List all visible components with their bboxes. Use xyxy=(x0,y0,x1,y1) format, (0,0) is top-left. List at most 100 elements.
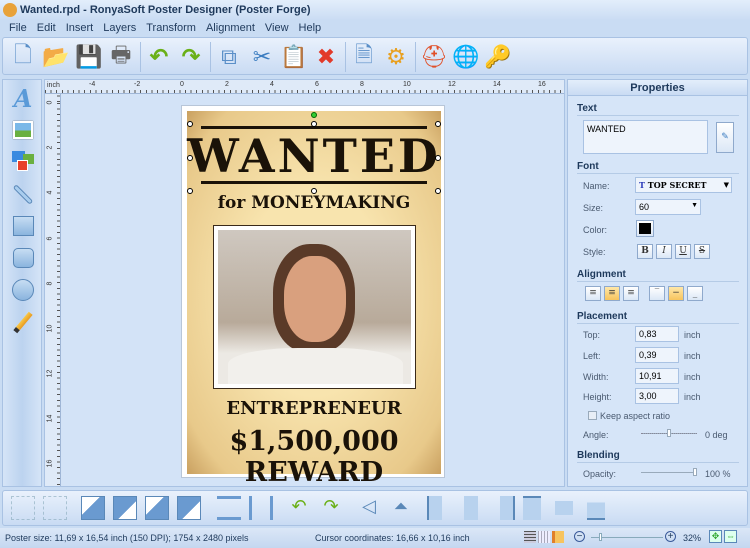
ungroup-icon[interactable] xyxy=(43,496,67,520)
align-center-objects-icon[interactable] xyxy=(459,496,483,520)
rotate-right-icon[interactable]: ↷ xyxy=(319,496,343,520)
actual-size-icon[interactable]: ⇔ xyxy=(724,530,737,543)
menu-layers[interactable]: Layers xyxy=(98,20,141,36)
align-top-objects-icon[interactable] xyxy=(523,496,541,520)
print-icon[interactable]: 🖶 xyxy=(106,42,136,72)
dots-grid-icon[interactable] xyxy=(538,531,550,543)
top-input[interactable]: 0,83 xyxy=(635,326,679,342)
clipart-tool-icon[interactable] xyxy=(11,150,35,174)
bold-button[interactable]: B xyxy=(637,244,653,259)
rounded-rectangle-tool-icon[interactable] xyxy=(11,246,35,270)
align-bottom-objects-icon[interactable] xyxy=(587,496,605,520)
gear-icon[interactable]: ⚙ xyxy=(381,42,411,72)
chevron-down-icon[interactable]: ▼ xyxy=(691,202,698,209)
new-document-icon[interactable]: 🗋 xyxy=(8,42,38,72)
align-left-button[interactable]: ≡ xyxy=(585,286,601,301)
poster-occupation-text[interactable]: ENTREPRENEUR xyxy=(187,398,441,419)
angle-slider[interactable] xyxy=(641,429,697,437)
rectangle-tool-icon[interactable] xyxy=(11,214,35,238)
pencil-tool-icon[interactable] xyxy=(11,310,35,334)
menu-help[interactable]: Help xyxy=(294,20,327,36)
selection-handle[interactable] xyxy=(187,155,193,161)
redo-icon[interactable]: ↷ xyxy=(176,42,206,72)
selection-handle[interactable] xyxy=(435,155,441,161)
poster-page[interactable]: WANTED for MONEYMAKING ENTREPRENEUR $1,5… xyxy=(181,105,445,486)
menu-insert[interactable]: Insert xyxy=(61,20,99,36)
chevron-down-icon[interactable]: ▼ xyxy=(724,180,729,189)
flip-horizontal-icon[interactable]: ⏶ xyxy=(389,496,413,520)
selection-handle[interactable] xyxy=(435,121,441,127)
font-color-button[interactable] xyxy=(636,220,654,237)
rulers-toggle-icon[interactable] xyxy=(552,531,564,543)
italic-button[interactable]: I xyxy=(656,244,672,259)
angle-slider-thumb[interactable] xyxy=(667,429,671,437)
opacity-slider-thumb[interactable] xyxy=(693,468,697,476)
font-size-select[interactable]: 60 ▼ xyxy=(635,199,701,215)
delete-icon[interactable]: ✖ xyxy=(311,42,341,72)
align-bottom-button[interactable]: _ xyxy=(687,286,703,301)
width-input[interactable]: 10,91 xyxy=(635,368,679,384)
menu-edit[interactable]: Edit xyxy=(32,20,61,36)
text-input[interactable]: WANTED xyxy=(583,120,708,154)
align-top-button[interactable]: ‾ xyxy=(649,286,665,301)
align-center-button[interactable]: ≡ xyxy=(604,286,620,301)
zoom-in-icon[interactable]: + xyxy=(665,531,676,542)
align-right-button[interactable]: ≡ xyxy=(623,286,639,301)
bring-to-front-icon[interactable] xyxy=(81,496,105,520)
undo-icon[interactable]: ↶ xyxy=(144,42,174,72)
zoom-slider-thumb[interactable] xyxy=(599,533,602,541)
left-input[interactable]: 0,39 xyxy=(635,347,679,363)
canvas-area[interactable]: inch -4 -2 0 2 4 6 8 10 12 14 16 0 2 4 6… xyxy=(44,79,565,487)
zoom-slider[interactable] xyxy=(591,533,663,541)
align-right-objects-icon[interactable] xyxy=(491,496,515,520)
stretch-width-icon[interactable] xyxy=(217,496,241,520)
underline-button[interactable]: U xyxy=(675,244,691,259)
selection-handle[interactable] xyxy=(311,121,317,127)
rotate-handle[interactable] xyxy=(311,112,317,118)
fit-page-icon[interactable]: ✥ xyxy=(709,530,722,543)
strikethrough-button[interactable]: S xyxy=(694,244,710,259)
image-tool-icon[interactable] xyxy=(11,118,35,142)
keep-aspect-checkbox[interactable] xyxy=(588,411,597,420)
copy-icon[interactable]: ⧉ xyxy=(214,42,244,72)
bring-forward-icon[interactable] xyxy=(113,496,137,520)
height-input[interactable]: 3,00 xyxy=(635,388,679,404)
ellipse-tool-icon[interactable] xyxy=(11,278,35,302)
rotate-left-icon[interactable]: ↶ xyxy=(287,496,311,520)
globe-icon[interactable]: 🌐 xyxy=(451,42,481,72)
grid-view-icon[interactable] xyxy=(524,531,536,543)
zoom-out-icon[interactable]: − xyxy=(574,531,585,542)
section-placement: Placement xyxy=(577,311,739,324)
page-settings-icon[interactable]: 🗎 xyxy=(349,42,379,72)
send-backward-icon[interactable] xyxy=(145,496,169,520)
stretch-height-icon[interactable] xyxy=(249,496,273,520)
paste-icon[interactable]: 📋 xyxy=(279,42,309,72)
menu-alignment[interactable]: Alignment xyxy=(201,20,260,36)
menu-transform[interactable]: Transform xyxy=(141,20,201,36)
opacity-slider[interactable] xyxy=(641,468,697,476)
menu-bar: File Edit Insert Layers Transform Alignm… xyxy=(0,20,750,36)
open-folder-icon[interactable]: 📂 xyxy=(41,42,71,72)
key-icon[interactable]: 🔑 xyxy=(483,42,513,72)
ruler-tick: 10 xyxy=(403,81,411,88)
align-left-objects-icon[interactable] xyxy=(427,496,451,520)
menu-file[interactable]: File xyxy=(4,20,32,36)
font-name-select[interactable]: T TOP SECRET ▼ xyxy=(635,177,732,193)
flip-vertical-icon[interactable]: ◁ xyxy=(357,496,381,520)
send-to-back-icon[interactable] xyxy=(177,496,201,520)
portrait-photo[interactable] xyxy=(213,225,416,389)
lifebuoy-help-icon[interactable]: ⛑ xyxy=(419,42,449,72)
selection-handle[interactable] xyxy=(187,121,193,127)
poster-subtitle-text[interactable]: for MONEYMAKING xyxy=(187,193,441,213)
save-icon[interactable]: 💾 xyxy=(74,42,104,72)
cut-icon[interactable]: ✂ xyxy=(247,42,277,72)
menu-view[interactable]: View xyxy=(260,20,294,36)
text-tool-icon[interactable]: A xyxy=(11,84,35,113)
edit-text-button[interactable]: ✎ xyxy=(716,122,734,153)
align-middle-objects-icon[interactable] xyxy=(555,496,573,520)
line-tool-icon[interactable] xyxy=(11,182,35,206)
align-middle-button[interactable]: − xyxy=(668,286,684,301)
poster-reward-text[interactable]: $1,500,000 REWARD xyxy=(187,426,441,486)
group-icon[interactable] xyxy=(11,496,35,520)
poster-title-text[interactable]: WANTED xyxy=(187,131,441,181)
